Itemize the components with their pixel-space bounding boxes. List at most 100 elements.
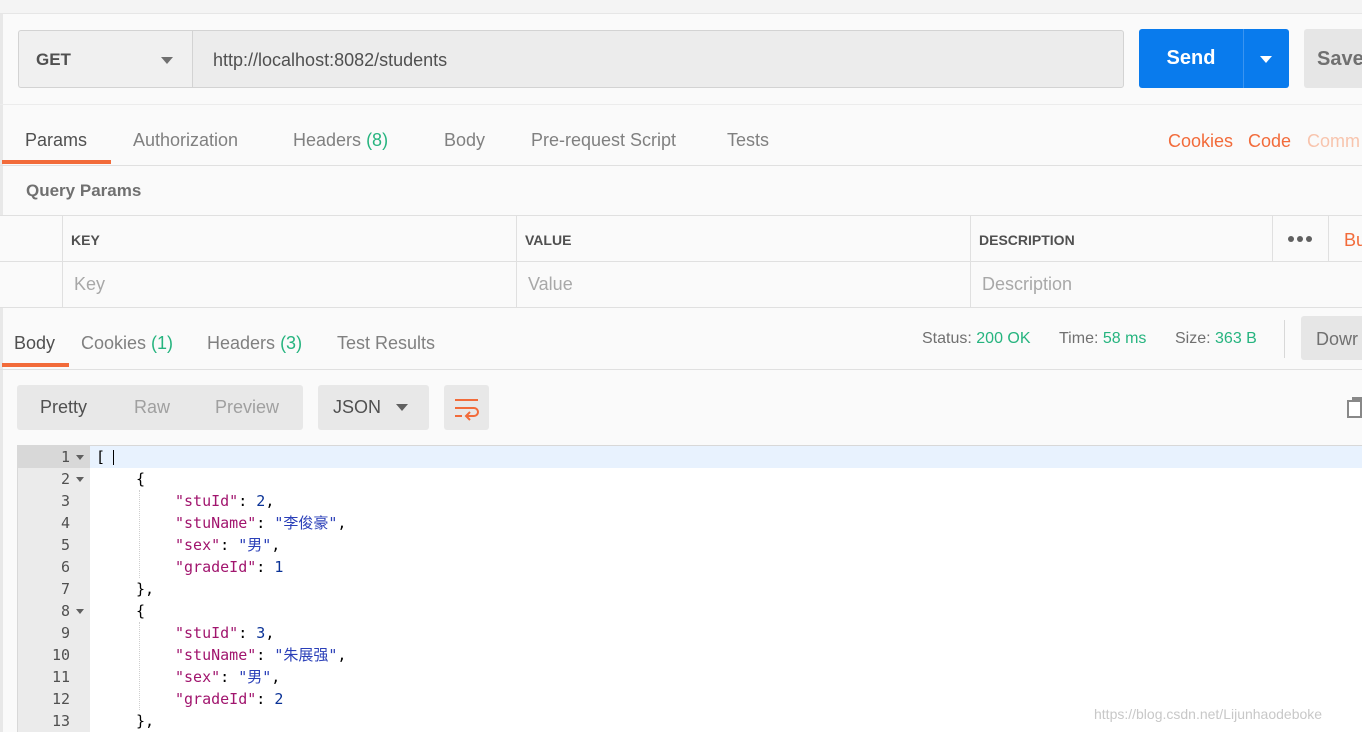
json-value: "男" [238,668,272,686]
value-placeholder: Value [528,274,573,294]
json-value: 3 [256,624,266,642]
top-strip [0,0,1362,14]
pretty-button[interactable]: Pretty [40,397,87,418]
method-select[interactable]: GET [18,30,192,88]
comments-link[interactable]: Comm [1307,131,1360,152]
description-placeholder: Description [982,274,1073,294]
code-line: "sex": "男", [175,668,281,686]
raw-button[interactable]: Raw [134,397,170,418]
method-label: GET [36,50,71,69]
line-number: 11 [51,668,70,686]
chevron-down-icon [396,404,408,411]
save-button[interactable]: Save [1304,29,1362,88]
url-input[interactable]: http://localhost:8082/students [192,30,1124,88]
download-button[interactable]: Dowr [1301,316,1362,360]
format-label: JSON [333,397,382,417]
tab-headers[interactable]: Headers (8) [293,130,388,151]
description-header-label: DESCRIPTION [979,232,1075,248]
line-number: 9 [60,624,70,642]
code-line: "stuId": 3, [175,624,275,642]
code-line: }, [136,578,154,600]
fold-toggle-icon[interactable] [76,609,84,614]
status-value: 200 OK [976,330,1031,347]
code-link[interactable]: Code [1248,131,1291,152]
line-number: 1 [60,448,70,466]
time-value: 58 ms [1102,330,1147,347]
time-label: Time: [1059,330,1099,347]
json-key: "gradeId" [175,558,257,576]
send-button[interactable]: Send [1139,29,1243,88]
description-input[interactable]: Description [970,262,1362,308]
code-line: [ [96,446,105,468]
json-token: }, [136,712,155,730]
code-line: "stuName": "李俊豪", [175,514,347,532]
wrap-lines-button[interactable] [444,385,489,430]
line-number: 10 [51,646,70,664]
code-line: { [136,600,145,622]
cookies-count: (1) [151,333,174,353]
copy-icon[interactable] [1347,396,1362,418]
json-token: { [136,602,146,620]
line-number: 2 [60,470,70,488]
tab-response-headers[interactable]: Headers (3) [207,333,302,354]
tab-response-cookies[interactable]: Cookies (1) [81,333,173,354]
active-tab-indicator [2,363,69,367]
preview-button[interactable]: Preview [215,397,279,418]
size-value: 363 B [1215,330,1257,347]
response-tabs: Body Cookies (1) Headers (3) Test Result… [0,308,1362,370]
size-label: Size: [1175,330,1211,347]
json-value: 1 [274,558,284,576]
query-params-table: KEY VALUE DESCRIPTION Bu Key Value Descr… [0,215,1362,308]
json-value: 2 [274,690,284,708]
json-key: "stuId" [175,624,239,642]
line-number: 8 [60,602,70,620]
send-options-button[interactable] [1243,29,1289,88]
tab-response-body[interactable]: Body [14,333,55,354]
view-mode-group: Pretty Raw Preview [17,385,303,430]
response-body-editor[interactable]: 1 2 3 4 5 6 7 8 9 10 11 12 13 [ { "stuId… [17,445,1362,732]
line-number: 12 [51,690,70,708]
json-key: "gradeId" [175,690,257,708]
line-number: 7 [60,580,70,598]
tab-authorization[interactable]: Authorization [133,130,238,151]
fold-toggle-icon[interactable] [76,477,84,482]
format-select[interactable]: JSON [318,385,429,430]
table-header-row: KEY VALUE DESCRIPTION Bu [0,216,1362,262]
line-number: 13 [51,712,70,730]
text-cursor [113,450,114,465]
code-line: "stuId": 2, [175,492,275,510]
headers-count: (8) [366,130,389,150]
json-key: "stuName" [175,514,257,532]
json-key: "sex" [175,668,221,686]
time-readout: Time: 58 ms [1059,330,1146,348]
code-line: "sex": "男", [175,536,281,554]
cookies-link[interactable]: Cookies [1168,131,1233,152]
query-params-title: Query Params [26,181,142,200]
key-placeholder: Key [74,274,106,294]
more-options-button[interactable] [1272,216,1328,262]
fold-toggle-icon[interactable] [76,455,84,460]
tab-body[interactable]: Body [444,130,485,151]
tab-resp-headers-label: Headers [207,333,276,353]
tab-params[interactable]: Params [25,130,87,151]
json-key: "sex" [175,536,221,554]
save-label: Save [1317,48,1362,70]
json-key: "stuName" [175,646,257,664]
value-input[interactable]: Value [516,262,970,308]
key-header-label: KEY [71,232,100,248]
indent-guide [139,622,140,710]
tab-test-results[interactable]: Test Results [337,333,435,354]
active-tab-indicator [2,160,111,164]
key-input[interactable]: Key [62,262,516,308]
tab-tests[interactable]: Tests [727,130,769,151]
wrap-icon [455,399,479,421]
key-column-header: KEY [62,216,516,262]
value-header-label: VALUE [525,232,572,248]
chevron-down-icon [161,57,173,64]
indent-guide [139,490,140,578]
resp-headers-count: (3) [280,333,303,353]
bulk-edit-link[interactable]: Bu [1328,216,1362,262]
bulk-edit-label: Bu [1344,230,1362,250]
tab-prerequest-script[interactable]: Pre-request Script [531,130,676,151]
json-token: [ [96,448,106,466]
